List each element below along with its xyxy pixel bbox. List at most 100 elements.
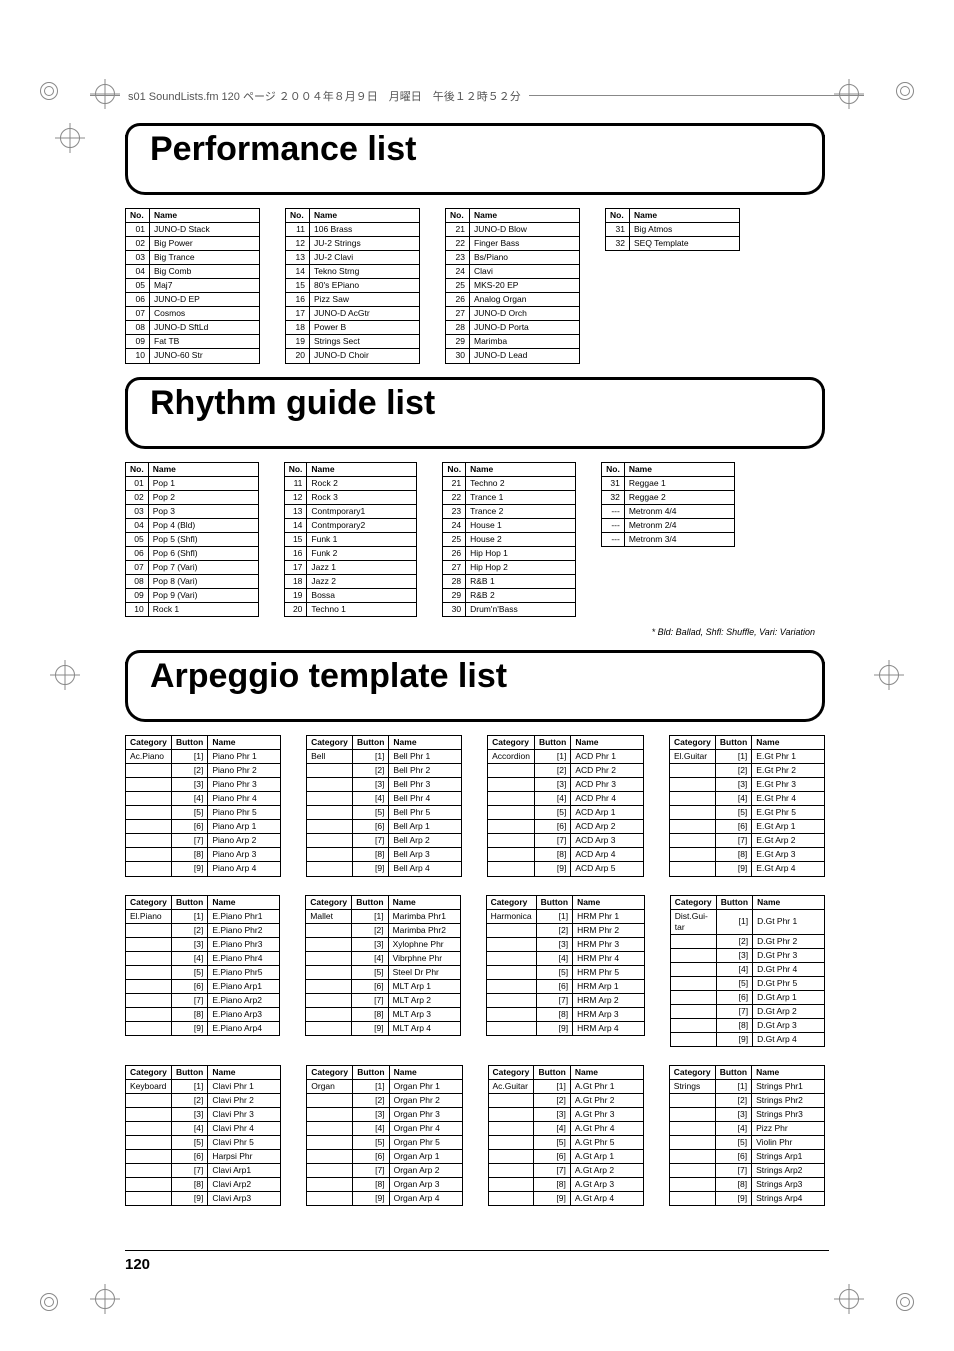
col-button: Button: [171, 1066, 207, 1080]
table-row: 07Pop 7 (Vari): [126, 560, 259, 574]
col-no: No.: [443, 462, 466, 476]
crosshair-icon: [95, 84, 115, 104]
table-row: 13Contmporary1: [284, 504, 417, 518]
col-name: Name: [389, 1066, 462, 1080]
table-row: 19Strings Sect: [286, 335, 420, 349]
table-row: [6]Piano Arp 1: [126, 820, 281, 834]
table-row: [4]Organ Phr 4: [307, 1122, 462, 1136]
table-row: 25House 2: [443, 532, 576, 546]
table-row: Keyboard[1]Clavi Phr 1: [126, 1080, 281, 1094]
col-category: Category: [488, 736, 535, 750]
col-name: Name: [208, 1066, 281, 1080]
rhythm-table: No.Name11Rock 212Rock 313Contmporary114C…: [284, 462, 418, 618]
table-row: [6]D.Gt Arp 1: [670, 990, 824, 1004]
table-row: 29Marimba: [446, 335, 580, 349]
col-category: Category: [307, 736, 353, 750]
table-row: [2]Bell Phr 2: [307, 764, 462, 778]
table-row: [6]Strings Arp1: [669, 1150, 824, 1164]
col-name: Name: [752, 736, 825, 750]
table-row: 24Clavi: [446, 265, 580, 279]
col-name: Name: [753, 895, 825, 909]
rhythm-table: No.Name21Techno 222Trance 123Trance 224H…: [442, 462, 576, 618]
rhythm-table: No.Name01Pop 102Pop 203Pop 304Pop 4 (Bld…: [125, 462, 259, 618]
table-row: [7]E.Piano Arp2: [126, 993, 280, 1007]
table-row: Organ[1]Organ Phr 1: [307, 1080, 462, 1094]
table-row: 14Tekno Strng: [286, 265, 420, 279]
table-row: [8]Piano Arp 3: [126, 848, 281, 862]
table-row: [9]Clavi Arp3: [126, 1192, 281, 1206]
section-title: Performance list: [150, 130, 426, 169]
table-row: 03Pop 3: [126, 504, 259, 518]
crosshair-icon: [879, 665, 899, 685]
table-row: 06Pop 6 (Shfl): [126, 546, 259, 560]
col-button: Button: [715, 736, 751, 750]
table-row: 09Pop 9 (Vari): [126, 588, 259, 602]
table-row: [3]Organ Phr 3: [307, 1108, 462, 1122]
performance-table: No.Name21JUNO-D Blow22Finger Bass23Bs/Pi…: [445, 208, 580, 364]
table-row: ---Metronm 4/4: [602, 504, 735, 518]
crosshair-icon: [60, 128, 80, 148]
col-name: Name: [630, 209, 740, 223]
table-row: [8]E.Piano Arp3: [126, 1007, 280, 1021]
table-row: [7]Strings Arp2: [669, 1164, 824, 1178]
arpeggio-table: CategoryButtonNameKeyboard[1]Clavi Phr 1…: [125, 1065, 281, 1206]
table-row: 1580's EPiano: [286, 279, 420, 293]
col-button: Button: [353, 736, 389, 750]
table-row: [8]ACD Arp 4: [488, 848, 644, 862]
col-category: Category: [669, 1066, 715, 1080]
table-row: [9]HRM Arp 4: [486, 1021, 644, 1035]
table-row: [5]Steel Dr Phr: [306, 965, 460, 979]
col-button: Button: [534, 736, 570, 750]
table-row: Dist.Gui-tar[1]D.Gt Phr 1: [670, 909, 824, 934]
table-row: [8]D.Gt Arp 3: [670, 1018, 824, 1032]
table-row: 22Trance 1: [443, 490, 576, 504]
table-row: [7]ACD Arp 3: [488, 834, 644, 848]
table-row: [6]ACD Arp 2: [488, 820, 644, 834]
table-row: 18Power B: [286, 321, 420, 335]
col-name: Name: [573, 895, 645, 909]
table-row: [9]Bell Arp 4: [307, 862, 462, 876]
table-row: [4]D.Gt Phr 4: [670, 962, 824, 976]
table-row: [3]HRM Phr 3: [486, 937, 644, 951]
table-row: [9]MLT Arp 4: [306, 1021, 460, 1035]
table-row: 17Jazz 1: [284, 560, 417, 574]
arpeggio-table: CategoryButtonNameStrings[1]Strings Phr1…: [669, 1065, 825, 1206]
table-row: [9]E.Gt Arp 4: [669, 862, 824, 876]
table-row: 14Contmporary2: [284, 518, 417, 532]
table-row: 18Jazz 2: [284, 574, 417, 588]
arpeggio-table: CategoryButtonNameBell[1]Bell Phr 1[2]Be…: [306, 735, 462, 876]
table-row: [5]Clavi Phr 5: [126, 1136, 281, 1150]
table-row: 20Techno 1: [284, 602, 417, 616]
table-row: [2]E.Gt Phr 2: [669, 764, 824, 778]
table-row: [3]Xylophne Phr: [306, 937, 460, 951]
table-row: [7]D.Gt Arp 2: [670, 1004, 824, 1018]
col-name: Name: [570, 1066, 643, 1080]
table-row: 21JUNO-D Blow: [446, 223, 580, 237]
table-row: [6]E.Piano Arp1: [126, 979, 280, 993]
col-category: Category: [126, 895, 172, 909]
table-row: 12JU-2 Strings: [286, 237, 420, 251]
table-row: 08JUNO-D SftLd: [126, 321, 260, 335]
table-row: [5]E.Gt Phr 5: [669, 806, 824, 820]
table-row: [2]ACD Phr 2: [488, 764, 644, 778]
table-row: 22Finger Bass: [446, 237, 580, 251]
table-row: 03Big Trance: [126, 251, 260, 265]
table-row: [8]MLT Arp 3: [306, 1007, 460, 1021]
table-row: 17JUNO-D AcGtr: [286, 307, 420, 321]
table-row: [5]Bell Phr 5: [307, 806, 462, 820]
table-row: [4]E.Gt Phr 4: [669, 792, 824, 806]
col-name: Name: [466, 462, 576, 476]
table-row: 28JUNO-D Porta: [446, 321, 580, 335]
table-row: [2]E.Piano Phr2: [126, 923, 280, 937]
table-row: Strings[1]Strings Phr1: [669, 1080, 824, 1094]
table-row: [4]Pizz Phr: [669, 1122, 824, 1136]
table-row: El.Guitar[1]E.Gt Phr 1: [669, 750, 824, 764]
arpeggio-table: CategoryButtonNameMallet[1]Marimba Phr1[…: [305, 895, 460, 1036]
arpeggio-table: CategoryButtonNameDist.Gui-tar[1]D.Gt Ph…: [670, 895, 825, 1048]
table-row: [3]D.Gt Phr 3: [670, 948, 824, 962]
table-row: [4]A.Gt Phr 4: [488, 1122, 643, 1136]
crosshair-icon: [839, 1289, 859, 1309]
table-row: [7]HRM Arp 2: [486, 993, 644, 1007]
table-row: 21Techno 2: [443, 476, 576, 490]
col-name: Name: [307, 462, 417, 476]
